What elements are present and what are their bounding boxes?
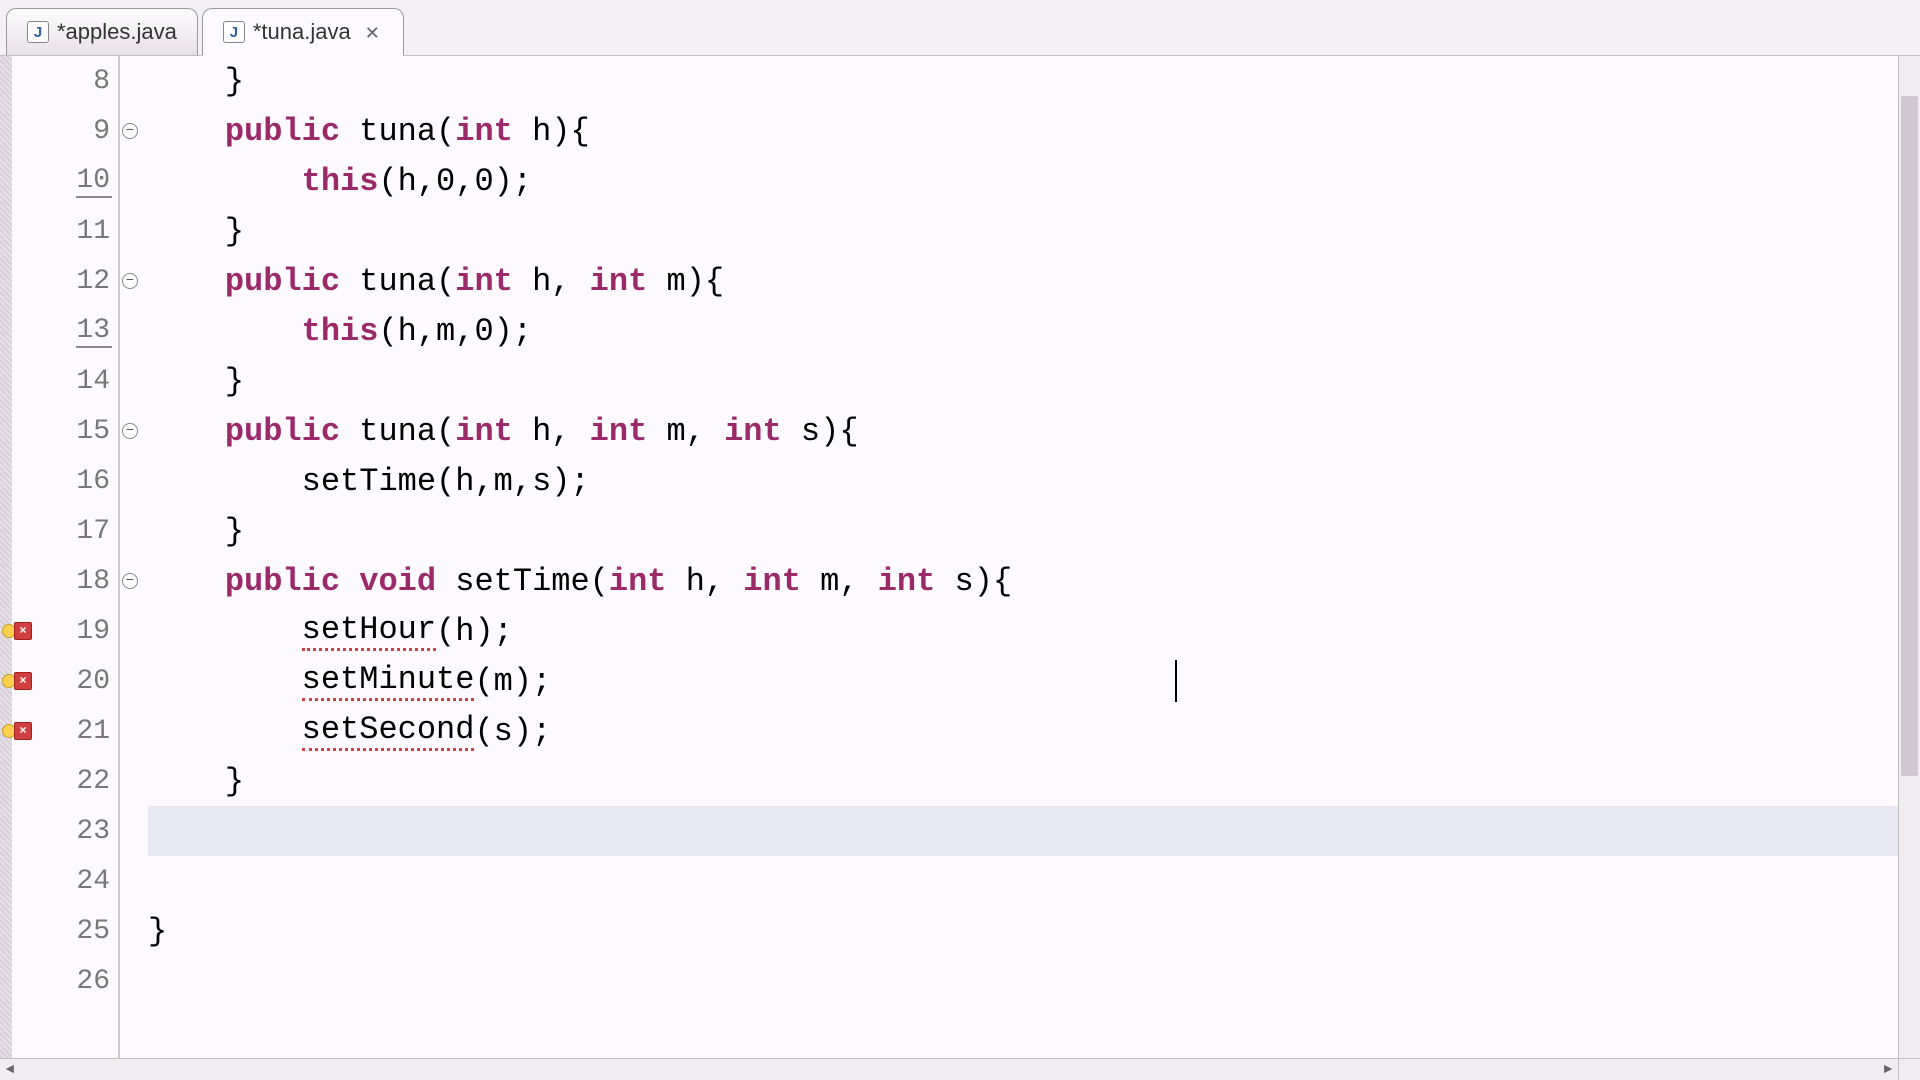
error-marker-icon[interactable]: ×	[14, 622, 32, 640]
gutter-row: 13	[0, 306, 118, 356]
line-number: 12	[76, 266, 112, 297]
error-underline: setMinute	[302, 661, 475, 701]
line-number: 13	[76, 315, 112, 348]
gutter-row: 9−	[0, 106, 118, 156]
code-line[interactable]: setSecond(s);	[148, 706, 1920, 756]
gutter-row: × 19	[0, 606, 118, 656]
line-number: 19	[76, 616, 112, 647]
code-line[interactable]	[148, 856, 1920, 906]
gutter-row: 22	[0, 756, 118, 806]
error-marker-icon[interactable]: ×	[14, 672, 32, 690]
line-number: 9	[93, 116, 112, 147]
code-line[interactable]: public tuna(int h, int m, int s){	[148, 406, 1920, 456]
java-file-icon: J	[27, 21, 49, 43]
line-number: 20	[76, 666, 112, 697]
gutter-row: 11	[0, 206, 118, 256]
line-number: 11	[76, 216, 112, 247]
code-line-current[interactable]	[148, 806, 1920, 856]
line-number: 25	[76, 916, 112, 947]
code-line[interactable]: }	[148, 756, 1920, 806]
fold-toggle-icon[interactable]: −	[122, 273, 138, 289]
line-number: 16	[76, 466, 112, 497]
code-line[interactable]: this(h,0,0);	[148, 156, 1920, 206]
gutter-row: 18−	[0, 556, 118, 606]
close-icon[interactable]: ✕	[365, 23, 383, 41]
code-line[interactable]	[148, 956, 1920, 1006]
gutter-row: 15−	[0, 406, 118, 456]
tab-label: *tuna.java	[253, 19, 351, 45]
line-number: 26	[76, 966, 112, 997]
gutter-row: × 21	[0, 706, 118, 756]
code-line[interactable]: this(h,m,0);	[148, 306, 1920, 356]
code-line[interactable]: setHour(h);	[148, 606, 1920, 656]
gutter-row: 12−	[0, 256, 118, 306]
line-number: 14	[76, 366, 112, 397]
error-marker-icon[interactable]: ×	[14, 722, 32, 740]
code-area[interactable]: } public tuna(int h){ this(h,0,0); } pub…	[120, 56, 1920, 1080]
fold-toggle-icon[interactable]: −	[122, 573, 138, 589]
code-line[interactable]: setTime(h,m,s);	[148, 456, 1920, 506]
line-number: 24	[76, 866, 112, 897]
java-file-icon: J	[223, 21, 245, 43]
code-line[interactable]: }	[148, 56, 1920, 106]
code-line[interactable]: setMinute(m);	[148, 656, 1920, 706]
code-line[interactable]: }	[148, 206, 1920, 256]
tab-label: *apples.java	[57, 19, 177, 45]
line-number: 22	[76, 766, 112, 797]
editor-container: J *apples.java J *tuna.java ✕ 8 9− 10 11…	[0, 0, 1920, 1080]
gutter-row: × 20	[0, 656, 118, 706]
code-line[interactable]: public void setTime(int h, int m, int s)…	[148, 556, 1920, 606]
error-underline: setHour	[302, 611, 436, 651]
gutter-row: 23	[0, 806, 118, 856]
tab-tuna[interactable]: J *tuna.java ✕	[202, 8, 404, 56]
gutter-row: 10	[0, 156, 118, 206]
gutter-row: 14	[0, 356, 118, 406]
gutter: 8 9− 10 11 12− 13 14 15− 16 17 18− × 19 ×…	[0, 56, 120, 1080]
code-line[interactable]: }	[148, 906, 1920, 956]
fold-toggle-icon[interactable]: −	[122, 423, 138, 439]
code-line[interactable]: }	[148, 506, 1920, 556]
tab-apples[interactable]: J *apples.java	[6, 8, 198, 55]
code-line[interactable]: }	[148, 356, 1920, 406]
line-number: 8	[93, 66, 112, 97]
line-number: 17	[76, 516, 112, 547]
scrollbar-thumb[interactable]	[1901, 96, 1918, 776]
scrollbar-corner	[1898, 1058, 1920, 1080]
vertical-scrollbar[interactable]	[1898, 56, 1920, 1058]
gutter-row: 17	[0, 506, 118, 556]
line-number: 10	[76, 165, 112, 198]
editor-body: 8 9− 10 11 12− 13 14 15− 16 17 18− ×19 ×…	[0, 56, 1920, 1080]
error-underline: setSecond	[302, 711, 475, 751]
line-number: 15	[76, 416, 112, 447]
line-number: 18	[76, 566, 112, 597]
gutter-row: 16	[0, 456, 118, 506]
line-number: 21	[76, 716, 112, 747]
scroll-right-icon[interactable]: ►	[1878, 1060, 1898, 1080]
gutter-row: 26	[0, 956, 118, 1006]
fold-toggle-icon[interactable]: −	[122, 123, 138, 139]
text-cursor-icon	[1175, 660, 1177, 702]
code-line[interactable]: public tuna(int h){	[148, 106, 1920, 156]
line-number: 23	[76, 816, 112, 847]
gutter-row: 8	[0, 56, 118, 106]
gutter-row: 24	[0, 856, 118, 906]
tab-bar: J *apples.java J *tuna.java ✕	[0, 0, 1920, 56]
horizontal-scrollbar[interactable]: ◄ ►	[0, 1058, 1898, 1080]
code-line[interactable]: public tuna(int h, int m){	[148, 256, 1920, 306]
gutter-row: 25	[0, 906, 118, 956]
scroll-left-icon[interactable]: ◄	[0, 1060, 20, 1080]
